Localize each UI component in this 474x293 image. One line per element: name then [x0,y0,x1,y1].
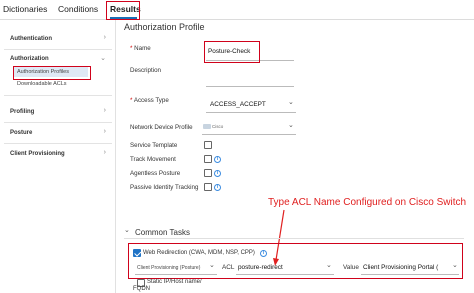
track-movement-checkbox[interactable] [204,155,212,163]
chevron-down-icon[interactable]: ⌄ [100,54,106,62]
common-tasks-heading: Common Tasks [135,228,190,237]
tab-conditions[interactable]: Conditions [58,4,98,14]
sidebar-item-client-provisioning[interactable]: Client Provisioning [10,151,65,157]
info-icon[interactable]: i [214,170,221,177]
static-ip-label: Static IP/Host name/ [147,279,202,285]
cisco-logo-icon [203,124,211,129]
sidebar-item-authentication[interactable]: Authentication [10,36,52,42]
divider [124,238,464,239]
divider [4,122,112,123]
agentless-posture-label: Agentless Posture [130,170,181,177]
chevron-right-icon[interactable]: › [104,107,106,114]
annotation-text: Type ACL Name Configured on Cisco Switch [268,197,467,208]
sidebar: Authentication › Authorization ⌄ Authori… [0,20,116,293]
authz-profiles-highlight-box [13,66,91,80]
description-field[interactable] [206,86,294,87]
info-icon[interactable]: i [214,184,221,191]
ndp-label: Network Device Profile [130,124,193,131]
top-tab-bar: Dictionaries Conditions Results [0,0,474,20]
access-type-label: * Access Type [130,97,169,104]
web-redirection-highlight-box [128,243,463,279]
chevron-right-icon[interactable]: › [104,149,106,156]
sidebar-item-authorization[interactable]: Authorization [10,56,49,62]
name-label: * Name [130,45,151,52]
ndp-select[interactable]: Cisco [212,124,223,129]
chevron-down-icon[interactable]: ⌄ [124,226,130,234]
track-movement-label: Track Movement [130,156,176,163]
info-icon[interactable]: i [214,156,221,163]
chevron-down-icon[interactable]: ⌄ [288,121,294,129]
sidebar-item-downloadable-acls[interactable]: Downloadable ACLs [17,81,67,87]
fqdn-label: FQDN [133,286,150,292]
service-template-label: Service Template [130,142,178,149]
ndp-underline [202,134,296,135]
results-highlight-box [106,1,140,20]
access-type-select[interactable]: ACCESS_ACCEPT [210,101,266,108]
sidebar-item-posture[interactable]: Posture [10,130,32,136]
passive-identity-checkbox[interactable] [204,183,212,191]
page-title: Authorization Profile [124,22,205,32]
sidebar-item-profiling[interactable]: Profiling [10,109,34,115]
passive-identity-label: Passive Identity Tracking [130,184,199,191]
chevron-right-icon[interactable]: › [104,128,106,135]
chevron-down-icon[interactable]: ⌄ [288,98,294,106]
divider [4,95,112,96]
chevron-right-icon[interactable]: › [104,34,106,41]
access-type-underline [206,112,296,113]
tab-dictionaries[interactable]: Dictionaries [3,4,47,14]
service-template-checkbox[interactable] [204,141,212,149]
agentless-posture-checkbox[interactable] [204,169,212,177]
divider [4,49,112,50]
divider [4,143,112,144]
description-label: Description [130,67,161,74]
name-highlight-box [204,41,260,63]
